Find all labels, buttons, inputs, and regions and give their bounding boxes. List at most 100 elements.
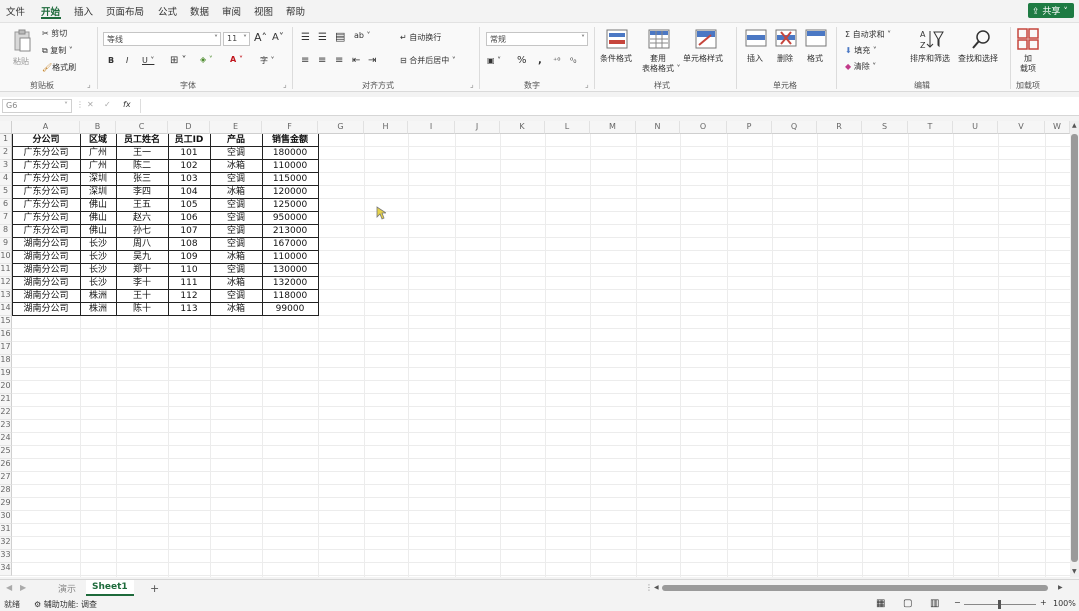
dialog-launcher-icon[interactable]: ⌟ [470,80,474,89]
cell-styles-button[interactable]: 单元格样式 [683,53,723,64]
format-cells-icon[interactable] [805,29,827,50]
share-button[interactable]: ⇪ 共享 ˅ [1028,3,1074,18]
menu-data[interactable]: 数据 [190,4,209,18]
shrink-font-icon[interactable]: A˅ [272,32,284,43]
increase-decimal-icon[interactable]: ⁺⁰ [553,56,560,65]
accessibility-status[interactable]: ⚙ 辅助功能: 调查 [34,599,97,610]
menu-insert[interactable]: 插入 [74,4,93,18]
row-header[interactable]: 13 [0,290,12,303]
conditional-format-icon[interactable] [606,29,628,52]
addins-icon[interactable] [1017,28,1039,53]
horizontal-scroll-thumb[interactable] [662,585,1048,591]
column-header-j[interactable]: J [455,121,500,134]
row-header[interactable]: 22 [0,407,12,420]
row-header[interactable]: 32 [0,537,12,550]
dialog-launcher-icon[interactable]: ⌟ [87,80,91,89]
sheet-tab-demo[interactable]: 演示 [52,580,82,596]
page-layout-view-icon[interactable]: ▢ [903,598,912,609]
column-header-p[interactable]: P [727,121,772,134]
increase-indent-icon[interactable]: ⇥ [368,55,376,66]
delete-cells-icon[interactable] [775,29,797,50]
column-header-k[interactable]: K [500,121,545,134]
font-name-select[interactable]: 等线 ˅ [103,32,221,46]
align-right-icon[interactable]: ≡ [335,55,343,66]
column-header-g[interactable]: G [318,121,364,134]
menu-review[interactable]: 审阅 [222,4,241,18]
row-header[interactable]: 1 [0,134,12,147]
column-header-v[interactable]: V [998,121,1045,134]
column-header-a[interactable]: A [12,121,80,134]
font-size-select[interactable]: 11 ˅ [223,32,250,46]
grow-font-icon[interactable]: A˄ [254,31,267,44]
decrease-decimal-icon[interactable]: ⁰₀ [570,56,576,65]
align-center-icon[interactable]: ≡ [318,55,326,66]
scroll-right-icon[interactable]: ▶ [1058,584,1063,591]
conditional-format-button[interactable]: 条件格式 [600,53,632,64]
delete-cells-button[interactable]: 删除 [777,53,793,64]
menu-help[interactable]: 帮助 [286,4,305,18]
row-header[interactable]: 26 [0,459,12,472]
row-header[interactable]: 24 [0,433,12,446]
clear-button[interactable]: ◆ 清除 ˅ [845,61,876,72]
wrap-text-button[interactable]: ↵ 自动换行 [400,32,441,43]
row-header[interactable]: 34 [0,563,12,576]
comma-icon[interactable]: , [538,55,542,66]
row-header[interactable]: 5 [0,186,12,199]
menu-page-layout[interactable]: 页面布局 [106,4,144,18]
border-icon[interactable]: ⊞ ˅ [170,55,187,66]
align-left-icon[interactable]: ≡ [301,55,309,66]
column-header-m[interactable]: M [590,121,636,134]
merge-center-button[interactable]: ⊟ 合并后居中 ˅ [400,55,456,66]
find-select-icon[interactable] [970,28,992,53]
cut-button[interactable]: ✂ 剪切 [42,28,67,39]
row-header[interactable]: 17 [0,342,12,355]
currency-icon[interactable]: ▣ ˅ [487,56,501,65]
phonetic-icon[interactable]: 字 ˅ [260,55,275,66]
format-as-table-icon[interactable] [648,29,670,52]
row-header[interactable]: 10 [0,251,12,264]
scroll-down-icon[interactable]: ▼ [1072,568,1077,575]
zoom-slider-thumb[interactable] [998,600,1001,609]
menu-formulas[interactable]: 公式 [158,4,177,18]
find-select-button[interactable]: 查找和选择 [958,53,998,64]
column-header-i[interactable]: I [408,121,455,134]
column-header-u[interactable]: U [953,121,998,134]
italic-button[interactable]: I [126,56,128,65]
font-color-icon[interactable]: A ˅ [230,55,243,64]
format-cells-button[interactable]: 格式 [807,53,823,64]
sort-filter-button[interactable]: 排序和筛选 [910,53,950,64]
row-header[interactable]: 29 [0,498,12,511]
column-header-b[interactable]: B [80,121,116,134]
row-header[interactable]: 8 [0,225,12,238]
sheet-tab-sheet1[interactable]: Sheet1 [86,580,134,596]
row-header[interactable]: 23 [0,420,12,433]
normal-view-icon[interactable]: ▦ [876,598,885,609]
insert-function-button[interactable]: fx [123,100,131,109]
page-break-view-icon[interactable]: ▥ [930,598,939,609]
align-middle-icon[interactable]: ☰ [318,32,327,43]
row-header[interactable]: 9 [0,238,12,251]
copy-button[interactable]: ⧉ 复制 ˅ [42,45,73,56]
column-header-q[interactable]: Q [772,121,817,134]
tab-splitter-icon[interactable]: ⋮ [645,583,653,592]
enter-icon[interactable]: ✓ [104,100,111,109]
column-header-n[interactable]: N [636,121,680,134]
scroll-left-icon[interactable]: ◀ [654,584,659,591]
align-top-icon[interactable]: ☰ [301,32,310,43]
underline-button[interactable]: U ˅ [142,56,154,65]
column-header-s[interactable]: S [862,121,908,134]
scroll-up-icon[interactable]: ▲ [1072,122,1077,129]
prev-sheet-icon[interactable]: ◀ [6,583,12,592]
menu-view[interactable]: 视图 [254,4,273,18]
autosum-button[interactable]: Σ 自动求和 ˅ [845,29,891,40]
row-header[interactable]: 6 [0,199,12,212]
insert-cells-icon[interactable] [745,29,767,50]
row-header[interactable]: 27 [0,472,12,485]
dialog-launcher-icon[interactable]: ⌟ [585,80,589,89]
row-header[interactable]: 25 [0,446,12,459]
column-header-f[interactable]: F [262,121,318,134]
column-header-c[interactable]: C [116,121,168,134]
column-header-r[interactable]: R [817,121,862,134]
decrease-indent-icon[interactable]: ⇤ [352,55,360,66]
cancel-icon[interactable]: ✕ [87,100,94,109]
